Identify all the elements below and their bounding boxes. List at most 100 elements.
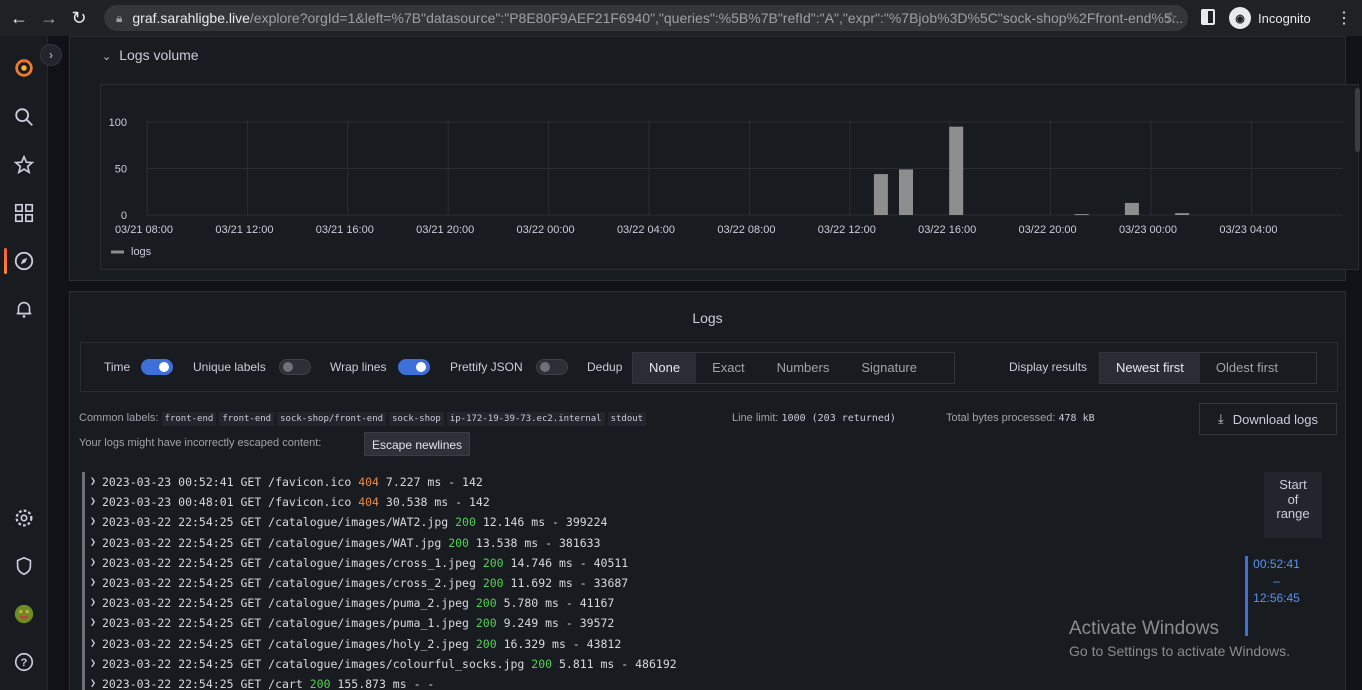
wrap-lines-toggle[interactable]	[398, 359, 430, 375]
line-limit: Line limit: 1000 (203 returned)	[732, 412, 896, 424]
log-row[interactable]: ❯ 2023-03-23 00:52:41 GET /favicon.ico 40…	[82, 472, 1252, 493]
start-of-range-button[interactable]: Start of range	[1264, 472, 1322, 538]
log-row[interactable]: ❯ 2023-03-22 22:54:25 GET /cart 200 155.8…	[82, 673, 1252, 690]
incognito-indicator[interactable]: ◉ Incognito	[1229, 7, 1311, 29]
volume-bar[interactable]	[1074, 214, 1089, 216]
dedup-option-none[interactable]: None	[633, 353, 697, 383]
expand-row-chevron-icon[interactable]: ❯	[90, 634, 96, 654]
dashboards-icon[interactable]	[12, 201, 36, 225]
volume-bar[interactable]	[1175, 213, 1190, 215]
log-timing: 30.538 ms - 142	[378, 495, 490, 510]
browser-menu-icon[interactable]: ⋮	[1336, 8, 1352, 28]
forward-arrow-icon[interactable]: →	[38, 7, 60, 29]
log-status-code: 200	[482, 575, 504, 590]
log-status-code: 404	[358, 475, 379, 489]
logs-volume-chart: 100 50 0 03/21 08:00 03/21 12:00 03/21 16:00 0…	[100, 84, 1359, 270]
volume-bar[interactable]	[873, 174, 888, 215]
volume-bar[interactable]	[1124, 202, 1139, 215]
side-panel-icon[interactable]	[1201, 9, 1215, 25]
order-radio-group: Newest first Oldest first	[1099, 352, 1317, 384]
url-path: /explore?orgId=1&left=%7B"datasource":"P…	[249, 10, 1184, 26]
expand-row-chevron-icon[interactable]: ❯	[90, 613, 96, 633]
common-label-tag: sock-shop	[389, 412, 444, 426]
order-newest-first[interactable]: Newest first	[1100, 353, 1200, 383]
common-label-tag: front-end	[161, 412, 217, 426]
log-row[interactable]: ❯ 2023-03-22 22:54:25 GET /catalogue/imag…	[82, 512, 1252, 533]
x-tick-label: 03/23 04:00	[1219, 224, 1277, 236]
grafana-logo-icon[interactable]	[12, 56, 36, 80]
url-host: graf.sarahligbe.live	[132, 10, 250, 26]
alerting-bell-icon[interactable]	[12, 297, 36, 321]
search-icon[interactable]	[12, 105, 36, 129]
dedup-option-numbers[interactable]: Numbers	[761, 353, 846, 383]
x-tick-label: 03/22 00:00	[517, 224, 575, 236]
common-label-tag: front-end	[219, 412, 275, 426]
volume-bar[interactable]	[949, 126, 964, 215]
log-status-code: 200	[455, 515, 476, 530]
x-tick-label: 03/22 16:00	[918, 224, 976, 236]
expand-row-chevron-icon[interactable]: ❯	[90, 533, 96, 553]
configuration-gear-icon[interactable]	[12, 506, 36, 530]
expand-row-chevron-icon[interactable]: ❯	[90, 472, 96, 492]
log-timing: 155.873 ms - -	[330, 676, 435, 690]
reload-icon[interactable]: ↻	[68, 7, 90, 29]
log-text: 2023-03-22 22:54:25 GET /catalogue/image…	[102, 515, 456, 530]
legend-label[interactable]: logs	[131, 246, 152, 258]
logs-volume-title: Logs volume	[119, 47, 199, 63]
expand-row-chevron-icon[interactable]: ❯	[90, 674, 96, 690]
address-bar[interactable]: 🔒︎ graf.sarahligbe.live/explore?orgId=1&…	[104, 5, 1188, 31]
explore-compass-icon[interactable]	[12, 249, 36, 273]
logs-volume-header[interactable]: ⌄ Logs volume	[102, 47, 199, 63]
unique-labels-toggle[interactable]	[279, 359, 311, 375]
log-status-code: 200	[475, 616, 497, 631]
log-row[interactable]: ❯ 2023-03-22 22:54:25 GET /catalogue/imag…	[82, 532, 1252, 553]
log-row[interactable]: ❯ 2023-03-23 00:48:01 GET /favicon.ico 40…	[82, 492, 1252, 513]
time-toggle-label: Time	[104, 360, 131, 374]
logs-volume-panel: ⌄ Logs volume 100 50 0 03/21 08:00 03/21 12:0…	[69, 36, 1359, 281]
expand-row-chevron-icon[interactable]: ❯	[90, 573, 96, 593]
log-row[interactable]: ❯ 2023-03-22 22:54:25 GET /catalogue/imag…	[82, 593, 1252, 614]
log-text: 2023-03-22 22:54:25 GET /catalogue/image…	[102, 575, 483, 590]
display-results-label: Display results	[1009, 360, 1088, 374]
expand-row-chevron-icon[interactable]: ❯	[90, 512, 96, 532]
dedup-option-signature[interactable]: Signature	[845, 353, 933, 383]
common-label-tag: sock-shop/front-end	[277, 412, 387, 426]
log-timing: 5.780 ms - 41167	[496, 596, 615, 611]
download-logs-button[interactable]: ⤓ Download logs	[1199, 403, 1337, 435]
activate-windows-subtitle: Go to Settings to activate Windows.	[1069, 643, 1290, 659]
log-row[interactable]: ❯ 2023-03-22 22:54:25 GET /catalogue/imag…	[82, 552, 1252, 574]
log-timing: 13.538 ms - 381633	[468, 535, 601, 550]
page-scrollbar[interactable]	[1355, 88, 1360, 152]
expand-row-chevron-icon[interactable]: ❯	[90, 553, 96, 573]
back-arrow-icon[interactable]: ←	[8, 7, 30, 29]
loaded-range-indicator[interactable]: 00:52:41 – 12:56:45	[1245, 556, 1305, 636]
help-icon[interactable]: ?	[12, 650, 36, 674]
x-tick-label: 03/22 04:00	[617, 224, 675, 236]
log-row[interactable]: ❯ 2023-03-22 22:54:25 GET /catalogue/imag…	[82, 572, 1252, 594]
range-start: 00:52:41	[1253, 557, 1300, 571]
expand-nav-chevron-icon[interactable]: ›	[40, 44, 62, 66]
dedup-option-exact[interactable]: Exact	[696, 353, 761, 383]
volume-bar[interactable]	[899, 169, 913, 215]
browser-toolbar: ← → ↻ 🔒︎ graf.sarahligbe.live/explore?or…	[0, 0, 1362, 36]
line-limit-label: Line limit:	[732, 412, 779, 424]
wrap-lines-toggle-label: Wrap lines	[330, 360, 387, 374]
start-of-range-line: of	[1287, 491, 1299, 507]
user-avatar[interactable]	[12, 602, 36, 626]
order-oldest-first[interactable]: Oldest first	[1200, 353, 1294, 383]
expand-row-chevron-icon[interactable]: ❯	[90, 593, 96, 613]
expand-row-chevron-icon[interactable]: ❯	[90, 492, 96, 512]
y-tick-label: 0	[121, 210, 127, 222]
expand-row-chevron-icon[interactable]: ❯	[90, 654, 96, 674]
prettify-json-toggle[interactable]	[536, 359, 568, 375]
bookmark-star-icon[interactable]: ☆	[1164, 8, 1178, 28]
server-admin-shield-icon[interactable]	[12, 554, 36, 578]
x-tick-label: 03/21 20:00	[416, 224, 474, 236]
time-toggle[interactable]	[141, 359, 173, 375]
svg-text:?: ?	[21, 657, 28, 669]
line-limit-value: 1000 (203 returned)	[781, 413, 896, 424]
x-tick-label: 03/22 20:00	[1019, 224, 1077, 236]
starred-icon[interactable]	[12, 153, 36, 177]
x-tick-label: 03/23 00:00	[1119, 224, 1177, 236]
escape-newlines-button[interactable]: Escape newlines	[364, 432, 471, 456]
